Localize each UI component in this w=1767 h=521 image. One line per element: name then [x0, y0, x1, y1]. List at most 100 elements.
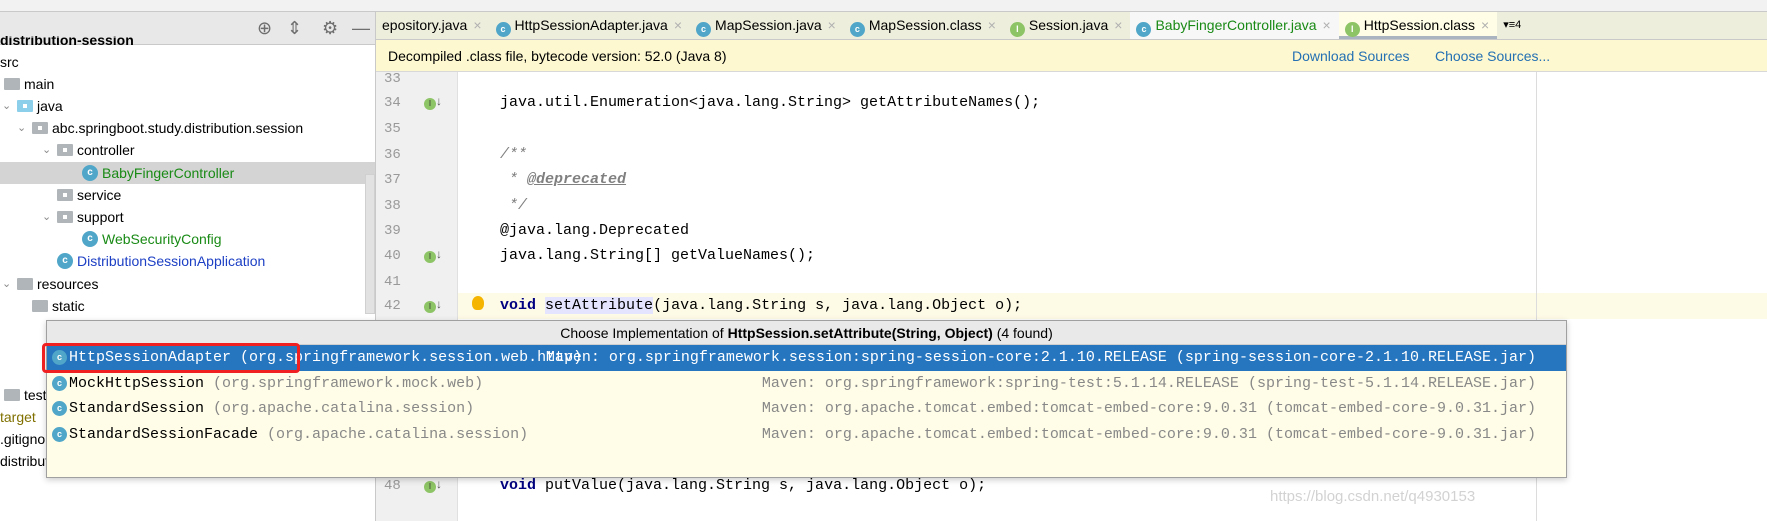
code-line: java.util.Enumeration<java.lang.String> …	[500, 94, 1041, 111]
package-name: (org.springframework.mock.web)	[213, 374, 484, 392]
line-number: 41	[384, 274, 401, 290]
expand-arrow-icon[interactable]: ⌄	[2, 95, 11, 117]
library-location: Maven: org.springframework.session:sprin…	[545, 349, 1536, 366]
implemented-gutter-icon[interactable]: I	[424, 95, 442, 110]
implementation-item[interactable]: c StandardSession (org.apache.catalina.se…	[47, 396, 1566, 422]
line-number: 38	[384, 198, 401, 214]
expand-arrow-icon[interactable]: ⌄	[42, 206, 51, 228]
close-tab-icon[interactable]: ×	[1114, 17, 1122, 33]
editor-tab[interactable]: I HttpSession.class ×	[1338, 12, 1498, 39]
tree-item[interactable]: src	[0, 51, 375, 73]
resources-folder-icon	[17, 278, 33, 290]
close-tab-icon[interactable]: ×	[1323, 17, 1331, 33]
tree-item[interactable]: ⌄ controller	[0, 139, 375, 161]
close-tab-icon[interactable]: ×	[988, 17, 996, 33]
tree-item[interactable]: static	[0, 295, 375, 317]
watermark: https://blog.csdn.net/q4930153	[1270, 488, 1476, 505]
class-icon: c	[52, 426, 67, 442]
tree-item-label: support	[77, 209, 124, 225]
lightbulb-icon[interactable]	[472, 296, 484, 310]
tab-label: HttpSessionAdapter.java	[514, 17, 668, 33]
tree-item-label: BabyFingerController	[102, 165, 235, 181]
class-icon: c	[82, 231, 98, 247]
choose-sources-link[interactable]: Choose Sources...	[1435, 40, 1550, 72]
interface-icon: I	[1009, 22, 1025, 37]
editor-tab[interactable]: c MapSession.java ×	[690, 12, 844, 39]
tree-item[interactable]: ⌄ support	[0, 206, 375, 228]
line-number: 37	[384, 172, 401, 188]
spring-boot-app-icon: c	[57, 253, 73, 269]
implemented-gutter-icon[interactable]: I	[424, 478, 442, 493]
implemented-gutter-icon[interactable]: I	[424, 298, 442, 313]
popup-title-method: HttpSession.setAttribute(String, Object)	[727, 325, 993, 341]
close-tab-icon[interactable]: ×	[1481, 17, 1489, 33]
library-location: Maven: org.apache.tomcat.embed:tomcat-em…	[761, 425, 1536, 443]
minimize-icon[interactable]: —	[352, 18, 370, 39]
class-icon: c	[82, 165, 98, 181]
tree-item[interactable]: ⌄ resources	[0, 273, 375, 295]
editor-tab[interactable]: c HttpSessionAdapter.java ×	[490, 12, 691, 39]
class-name: MockHttpSession	[69, 374, 205, 392]
code-line: java.lang.String[] getValueNames();	[500, 247, 816, 264]
class-icon: c	[696, 22, 712, 37]
library-location: Maven: org.springframework:spring-test:5…	[761, 374, 1536, 392]
popup-title-count: (4 found)	[992, 325, 1053, 341]
expand-arrow-icon[interactable]: ⌄	[42, 139, 51, 161]
gear-icon[interactable]: ⚙	[322, 18, 338, 39]
banner-text: Decompiled .class file, bytecode version…	[388, 48, 727, 64]
close-tab-icon[interactable]: ×	[473, 17, 481, 33]
tree-item-label: src	[0, 54, 19, 70]
close-tab-icon[interactable]: ×	[828, 17, 836, 33]
tree-item-label: resources	[37, 276, 99, 292]
line-number: 36	[384, 147, 401, 163]
tree-item-label: controller	[77, 142, 135, 158]
library-location: Maven: org.apache.tomcat.embed:tomcat-em…	[761, 400, 1536, 418]
tab-label: BabyFingerController.java	[1155, 17, 1317, 33]
source-folder-icon	[17, 100, 33, 112]
implementation-item[interactable]: c StandardSessionFacade (org.apache.catal…	[47, 422, 1566, 448]
tree-item-label: WebSecurityConfig	[102, 231, 222, 247]
package-icon	[57, 211, 73, 223]
class-icon: c	[849, 22, 865, 37]
expand-arrow-icon[interactable]: ⌄	[17, 117, 26, 139]
implementation-item[interactable]: c MockHttpSession (org.springframework.mo…	[47, 371, 1566, 397]
tree-item-label: test	[24, 387, 47, 403]
tree-item-label: target	[0, 409, 36, 425]
collapse-all-icon[interactable]: ⇕	[287, 18, 302, 39]
tree-item[interactable]: c BabyFingerController	[0, 162, 375, 184]
class-name: StandardSessionFacade	[69, 425, 259, 443]
code-line: * @deprecated	[500, 171, 627, 188]
package-icon	[57, 189, 73, 201]
main-toolbar	[0, 0, 1767, 12]
editor-tab[interactable]: epository.java ×	[376, 12, 490, 39]
code-line: /**	[500, 146, 528, 163]
tree-item[interactable]: c WebSecurityConfig	[0, 228, 375, 250]
tree-item[interactable]: service	[0, 184, 375, 206]
implemented-gutter-icon[interactable]: I	[424, 248, 442, 263]
editor-tabs: epository.java × c HttpSessionAdapter.java ×…	[376, 12, 1767, 40]
tree-item[interactable]: ⌄ abc.springboot.study.distribution.sessi…	[0, 117, 375, 139]
project-scrollbar[interactable]	[365, 174, 375, 314]
tree-item[interactable]: main	[0, 73, 375, 95]
package-name: (org.apache.catalina.session)	[213, 400, 475, 418]
tree-item-label: java	[37, 98, 63, 114]
line-number: 40	[384, 248, 401, 264]
class-icon: c	[52, 375, 67, 391]
popup-title-prefix: Choose Implementation of	[560, 325, 728, 341]
download-sources-link[interactable]: Download Sources	[1292, 40, 1410, 72]
tree-item[interactable]: ⌄ java	[0, 95, 375, 117]
locate-icon[interactable]: ⊕	[257, 18, 272, 39]
expand-arrow-icon[interactable]: ⌄	[2, 273, 11, 295]
close-tab-icon[interactable]: ×	[674, 17, 682, 33]
editor-tab[interactable]: c MapSession.class ×	[844, 12, 1004, 39]
editor-tab[interactable]: c BabyFingerController.java ×	[1130, 12, 1339, 39]
code-line: void setAttribute(java.lang.String s, ja…	[500, 297, 1023, 314]
tab-label: MapSession.java	[715, 17, 822, 33]
highlight-annotation-box	[42, 343, 300, 373]
editor-tab[interactable]: I Session.java ×	[1004, 12, 1131, 39]
tab-overflow-button[interactable]: ▾≡4	[1497, 12, 1529, 39]
project-root-label[interactable]: distribution-session	[0, 36, 134, 50]
tree-item-label: main	[24, 76, 55, 92]
package-icon	[57, 144, 73, 156]
tree-item[interactable]: c DistributionSessionApplication	[0, 250, 375, 272]
